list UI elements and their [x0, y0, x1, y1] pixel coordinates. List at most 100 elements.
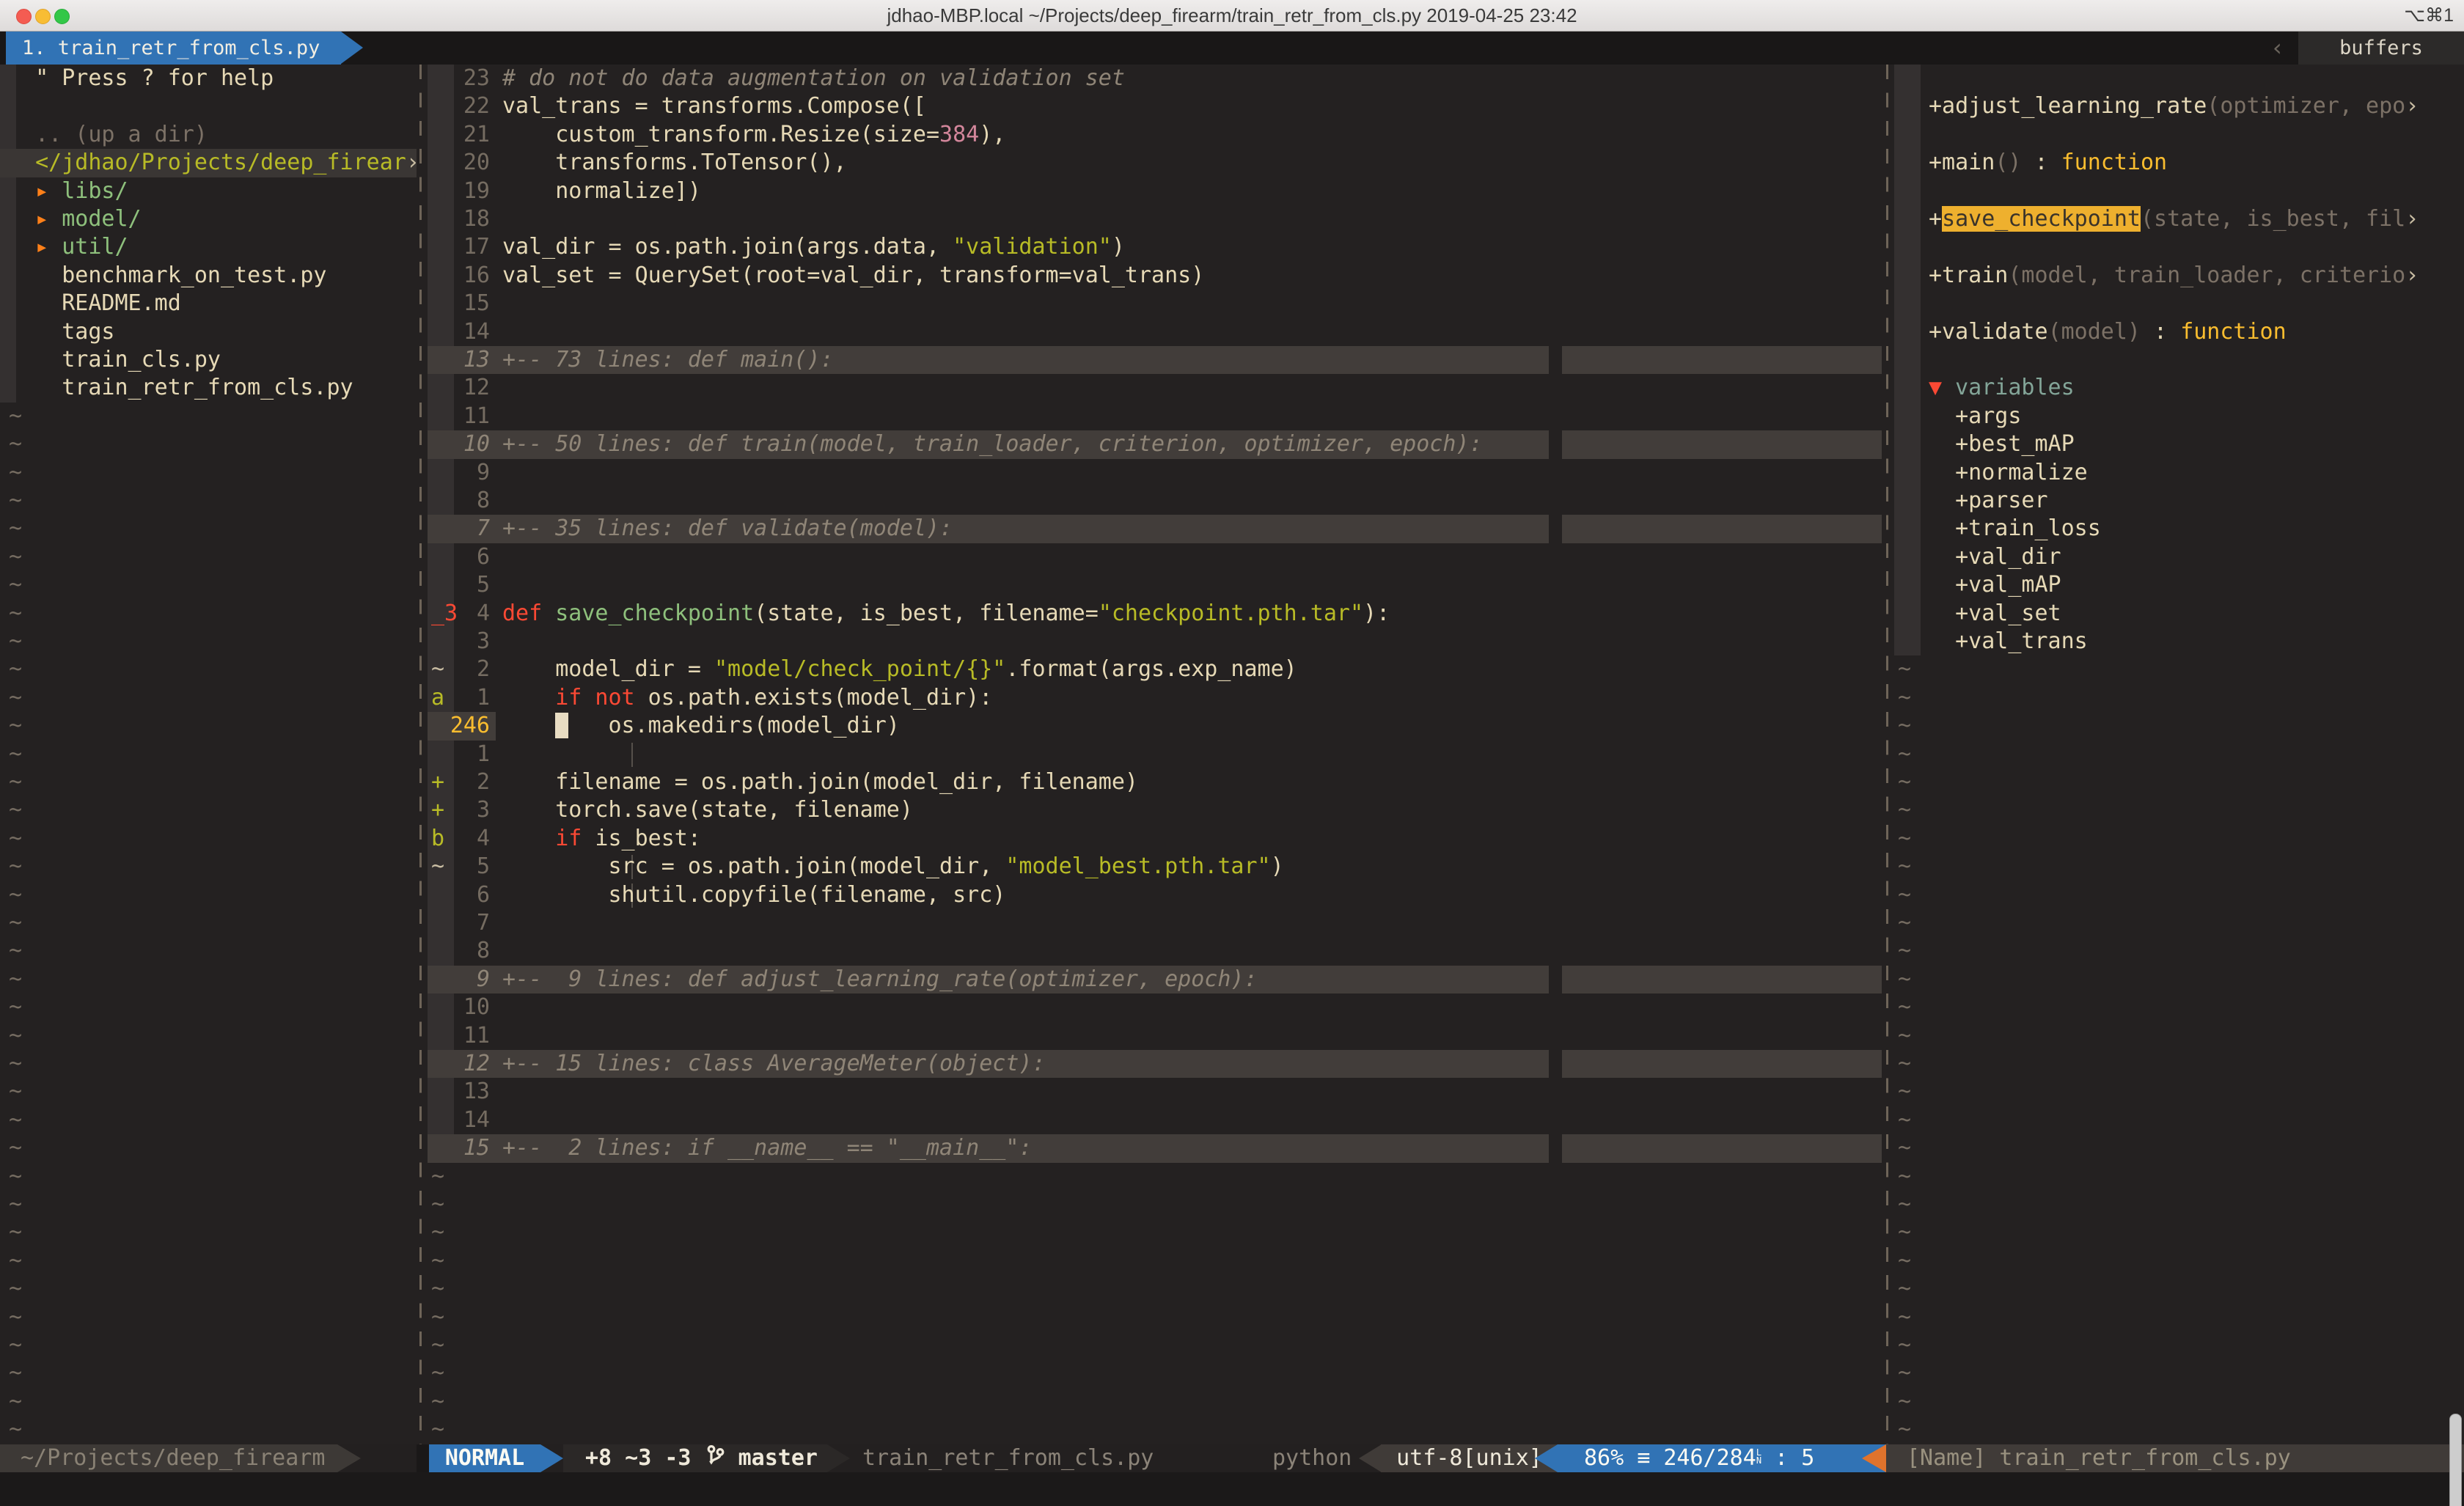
code-line[interactable]: 11 [428, 1022, 1882, 1050]
tilde-empty-line: ~ [1898, 909, 1911, 937]
code-line[interactable]: 1 [428, 741, 1882, 768]
tilde-empty-line: ~ [9, 1247, 22, 1275]
code-text: if is_best: [502, 825, 701, 853]
tagbar-item[interactable]: +args [1894, 403, 2464, 430]
token: # do not do data augmentation on validat… [502, 65, 1125, 91]
tagbar-item[interactable]: +best_mAP [1894, 430, 2464, 458]
code-line[interactable]: 14 [428, 318, 1882, 346]
tab-active[interactable]: 1. train_retr_from_cls.py [6, 32, 341, 65]
token: +-- 73 lines: def main(): [502, 347, 834, 372]
token: README.md [9, 290, 181, 316]
token: </jdhao/Projects/deep_firear [9, 150, 406, 175]
code-line[interactable]: +2 filename = os.path.join(model_dir, fi… [428, 768, 1882, 796]
code-line[interactable]: 20 transforms.ToTensor(), [428, 149, 1882, 177]
code-line[interactable]: 11 [428, 403, 1882, 430]
nerdtree-item[interactable]: </jdhao/Projects/deep_firear› [0, 149, 417, 177]
fold-line[interactable]: 7+-- 35 lines: def validate(model): [428, 515, 1882, 543]
tagbar-item[interactable]: +val_set [1894, 600, 2464, 628]
code-line[interactable]: 9 [428, 459, 1882, 487]
nerdtree-item[interactable]: benchmark_on_test.py [0, 262, 417, 290]
chevron-left-icon: ‹ [2270, 32, 2284, 65]
tagbar-item[interactable]: +validate(model) : function [1894, 318, 2464, 346]
code-line[interactable]: 15 [428, 290, 1882, 317]
tagbar-item[interactable]: +adjust_learning_rate(optimizer, epo› [1894, 92, 2464, 120]
code-line[interactable]: ~2 model_dir = "model/check_point/{}".fo… [428, 655, 1882, 683]
code-line[interactable]: 5 [428, 571, 1882, 599]
tilde-empty-line: ~ [1898, 1134, 1911, 1162]
token: +args [1929, 403, 2021, 429]
nerdtree-statusline: ~/Projects/deep_firearm [0, 1444, 417, 1472]
tagbar-item[interactable]: +save_checkpoint(state, is_best, fil› [1894, 205, 2464, 233]
line-number: 14 [428, 318, 490, 346]
fold-line[interactable]: 15+-- 2 lines: if __name__ == "__main__"… [428, 1134, 1882, 1162]
statusline-filetype: python [1272, 1444, 1352, 1472]
tilde-empty-line: ~ [1898, 937, 1911, 965]
code-line[interactable]: 16val_set = QuerySet(root=val_dir, trans… [428, 262, 1882, 290]
tagbar-item[interactable]: +parser [1894, 487, 2464, 515]
nerdtree-directory[interactable]: ▸ libs/ [0, 177, 417, 205]
tagbar-item[interactable]: +train_loss [1894, 515, 2464, 543]
token: val_dir = os.path.join(args.data, [502, 234, 953, 260]
token: variables [1955, 375, 2075, 400]
tilde-empty-line: ~ [1898, 1191, 1911, 1219]
fold-line[interactable]: 13+-- 73 lines: def main(): [428, 346, 1882, 374]
token: ), [979, 122, 1005, 147]
line-number: 7 [428, 515, 490, 543]
fold-line[interactable]: 12+-- 15 lines: class AverageMeter(objec… [428, 1050, 1882, 1078]
fold-line[interactable]: 9+-- 9 lines: def adjust_learning_rate(o… [428, 966, 1882, 993]
line-number: 16 [428, 262, 490, 290]
nerdtree-item[interactable]: .. (up a dir) [0, 121, 417, 149]
code-line[interactable]: _34def save_checkpoint(state, is_best, f… [428, 600, 1882, 628]
code-line[interactable]: 23# do not do data augmentation on valid… [428, 65, 1882, 92]
code-line[interactable]: 13 [428, 1078, 1882, 1106]
tagbar-item[interactable]: +val_trans [1894, 628, 2464, 655]
nerdtree-item[interactable]: README.md [0, 290, 417, 317]
window-separator-right[interactable] [1886, 65, 1888, 1444]
code-line[interactable]: 22val_trans = transforms.Compose([ [428, 92, 1882, 120]
window-separator-left[interactable] [419, 65, 422, 1444]
code-line[interactable]: 8 [428, 487, 1882, 515]
tilde-empty-line: ~ [9, 655, 22, 683]
tagbar-statusline: [Name] train_retr_from_cls.py [1886, 1444, 2464, 1472]
code-line[interactable]: 8 [428, 937, 1882, 965]
fold-line[interactable]: 10+-- 50 lines: def train(model, train_l… [428, 430, 1882, 458]
nerdtree-directory[interactable]: ▸ util/ [0, 233, 417, 261]
code-line[interactable]: 246 os.makedirs(model_dir) [428, 712, 1882, 740]
code-line[interactable]: 3 [428, 628, 1882, 655]
code-line[interactable]: 7 [428, 909, 1882, 937]
token: + [1929, 206, 1942, 232]
tilde-empty-line: ~ [9, 1416, 22, 1444]
buffers-label[interactable]: buffers [2298, 32, 2464, 65]
code-line[interactable]: 17val_dir = os.path.join(args.data, "val… [428, 233, 1882, 261]
code-line[interactable]: 6 shutil.copyfile(filename, src) [428, 881, 1882, 909]
nerdtree-item[interactable]: " Press ? for help [0, 65, 417, 92]
nerdtree-item[interactable]: tags [0, 318, 417, 346]
tagbar-section[interactable]: ▼ variables [1894, 374, 2464, 402]
code-line[interactable]: 6 [428, 543, 1882, 571]
code-line[interactable]: a1 if not os.path.exists(model_dir): [428, 684, 1882, 712]
token: : [2141, 319, 2180, 345]
code-line[interactable]: +3 torch.save(state, filename) [428, 796, 1882, 824]
code-line[interactable]: 12 [428, 374, 1882, 402]
tagbar-item[interactable]: +normalize [1894, 459, 2464, 487]
code-line[interactable]: 21 custom_transform.Resize(size=384), [428, 121, 1882, 149]
code-line[interactable]: 14 [428, 1106, 1882, 1134]
tilde-empty-line: ~ [431, 1191, 444, 1219]
code-line[interactable]: b4 if is_best: [428, 825, 1882, 853]
scrollbar-thumb[interactable] [2449, 1414, 2462, 1506]
tagbar-item[interactable]: +main() : function [1894, 149, 2464, 177]
indent-guide [631, 743, 633, 767]
code-line[interactable]: ~5 src = os.path.join(model_dir, "model_… [428, 853, 1882, 881]
tilde-empty-line: ~ [9, 712, 22, 740]
code-text: +-- 50 lines: def train(model, train_loa… [502, 430, 1483, 458]
code-line[interactable]: 19 normalize]) [428, 177, 1882, 205]
nerdtree-directory[interactable]: ▸ model/ [0, 205, 417, 233]
line-number: 11 [428, 403, 490, 430]
tagbar-item[interactable]: +train(model, train_loader, criterio› [1894, 262, 2464, 290]
tagbar-item[interactable]: +val_mAP [1894, 571, 2464, 599]
nerdtree-item[interactable]: train_retr_from_cls.py [0, 374, 417, 402]
tagbar-item[interactable]: +val_dir [1894, 543, 2464, 571]
code-line[interactable]: 18 [428, 205, 1882, 233]
nerdtree-item[interactable]: train_cls.py [0, 346, 417, 374]
code-line[interactable]: 10 [428, 993, 1882, 1021]
